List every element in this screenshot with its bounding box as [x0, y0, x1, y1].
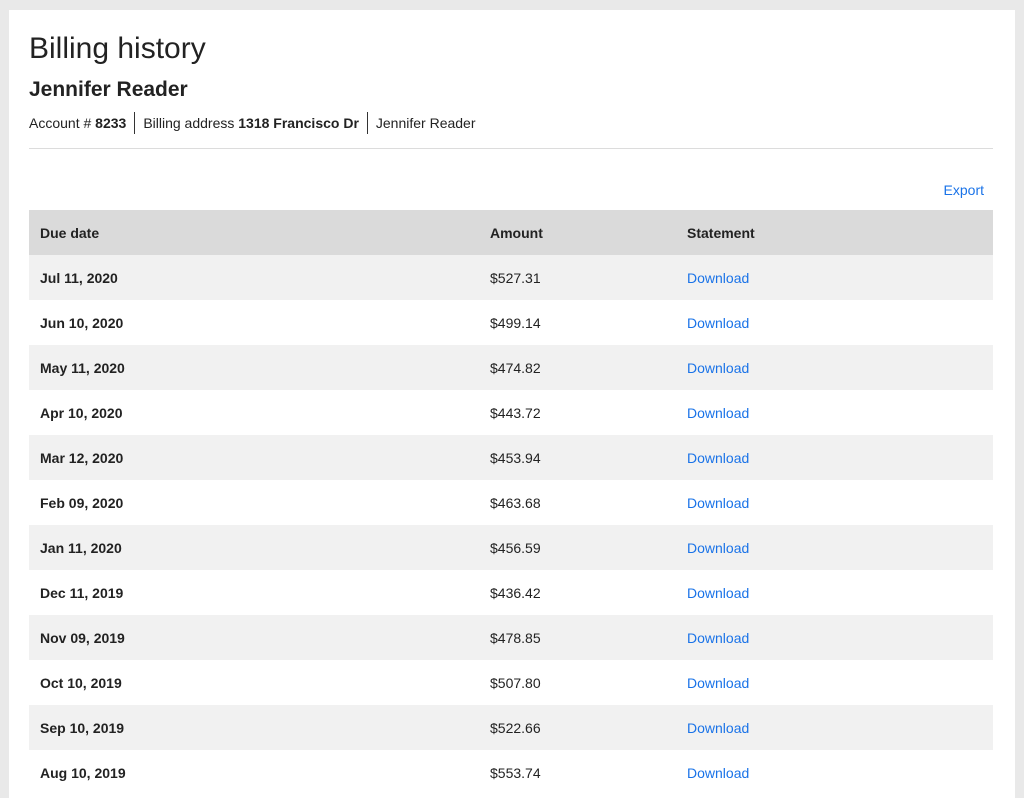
statement-cell: Download — [687, 765, 993, 781]
statement-cell: Download — [687, 360, 993, 376]
amount-cell: $507.80 — [490, 674, 541, 691]
due-date-cell: Dec 11, 2019 — [40, 584, 124, 601]
table-row: May 11, 2020 $474.82 Download — [29, 345, 993, 390]
table-row: Jun 10, 2020 $499.14 Download — [29, 300, 993, 345]
amount-cell: $436.42 — [490, 584, 541, 601]
download-link[interactable]: Download — [687, 270, 749, 286]
due-date-cell: Feb 09, 2020 — [40, 494, 124, 511]
statement-cell: Download — [687, 585, 993, 601]
due-date-cell: Jan 11, 2020 — [40, 539, 122, 556]
divider — [29, 148, 993, 149]
statement-cell: Download — [687, 540, 993, 556]
account-number: 8233 — [95, 115, 127, 131]
due-date-cell: Nov 09, 2019 — [40, 629, 125, 646]
amount-cell: $527.31 — [490, 269, 541, 286]
table-row: Jul 11, 2020 $527.31 Download — [29, 255, 993, 300]
amount-cell: $456.59 — [490, 539, 541, 556]
due-date-cell: May 11, 2020 — [40, 359, 125, 376]
header-statement: Statement — [687, 224, 755, 241]
download-link[interactable]: Download — [687, 315, 749, 331]
account-holder: Jennifer Reader — [366, 112, 484, 134]
table-row: Oct 10, 2019 $507.80 Download — [29, 660, 993, 705]
amount-cell: $553.74 — [490, 764, 541, 781]
statement-cell: Download — [687, 630, 993, 646]
amount-cell: $474.82 — [490, 359, 541, 376]
statement-cell: Download — [687, 720, 993, 736]
due-date-cell: Jun 10, 2020 — [40, 314, 124, 331]
statement-cell: Download — [687, 270, 993, 286]
table-row: Aug 10, 2019 $553.74 Download — [29, 750, 993, 795]
table-body: Jul 11, 2020 $527.31 Download Jun 10, 2020 $… — [29, 255, 993, 795]
table-row: Mar 12, 2020 $453.94 Download — [29, 435, 993, 480]
account-meta: Account # 8233 Billing address 1318 Fran… — [29, 112, 484, 134]
download-link[interactable]: Download — [687, 765, 749, 781]
statement-cell: Download — [687, 405, 993, 421]
header-due-date: Due date — [40, 224, 100, 241]
billing-address-segment: Billing address 1318 Francisco Dr — [134, 112, 367, 134]
due-date-cell: Mar 12, 2020 — [40, 449, 124, 466]
table-row: Jan 11, 2020 $456.59 Download — [29, 525, 993, 570]
download-link[interactable]: Download — [687, 360, 749, 376]
table-row: Feb 09, 2020 $463.68 Download — [29, 480, 993, 525]
billing-card: Billing history Jennifer Reader Account … — [9, 10, 1015, 798]
statement-cell: Download — [687, 495, 993, 511]
page-title: Billing history — [29, 32, 206, 65]
amount-cell: $522.66 — [490, 719, 541, 736]
amount-cell: $443.72 — [490, 404, 541, 421]
due-date-cell: Sep 10, 2019 — [40, 719, 125, 736]
billing-address: 1318 Francisco Dr — [238, 115, 359, 131]
download-link[interactable]: Download — [687, 450, 749, 466]
download-link[interactable]: Download — [687, 720, 749, 736]
download-link[interactable]: Download — [687, 495, 749, 511]
due-date-cell: Apr 10, 2020 — [40, 404, 123, 421]
billing-table: Due date Amount Statement Jul 11, 2020 $5… — [29, 210, 993, 795]
table-row: Sep 10, 2019 $522.66 Download — [29, 705, 993, 750]
amount-cell: $499.14 — [490, 314, 541, 331]
amount-cell: $478.85 — [490, 629, 541, 646]
table-row: Nov 09, 2019 $478.85 Download — [29, 615, 993, 660]
download-link[interactable]: Download — [687, 630, 749, 646]
download-link[interactable]: Download — [687, 585, 749, 601]
customer-name: Jennifer Reader — [29, 78, 188, 101]
download-link[interactable]: Download — [687, 675, 749, 691]
account-number-segment: Account # 8233 — [29, 112, 134, 134]
download-link[interactable]: Download — [687, 540, 749, 556]
table-row: Dec 11, 2019 $436.42 Download — [29, 570, 993, 615]
statement-cell: Download — [687, 450, 993, 466]
due-date-cell: Aug 10, 2019 — [40, 764, 126, 781]
header-amount: Amount — [490, 224, 543, 241]
statement-cell: Download — [687, 675, 993, 691]
due-date-cell: Oct 10, 2019 — [40, 674, 122, 691]
due-date-cell: Jul 11, 2020 — [40, 269, 118, 286]
billing-address-label: Billing address — [143, 115, 235, 131]
amount-cell: $463.68 — [490, 494, 541, 511]
statement-cell: Download — [687, 315, 993, 331]
download-link[interactable]: Download — [687, 405, 749, 421]
table-header: Due date Amount Statement — [29, 210, 993, 255]
account-label: Account # — [29, 115, 92, 131]
table-row: Apr 10, 2020 $443.72 Download — [29, 390, 993, 435]
export-link[interactable]: Export — [944, 182, 984, 198]
amount-cell: $453.94 — [490, 449, 541, 466]
